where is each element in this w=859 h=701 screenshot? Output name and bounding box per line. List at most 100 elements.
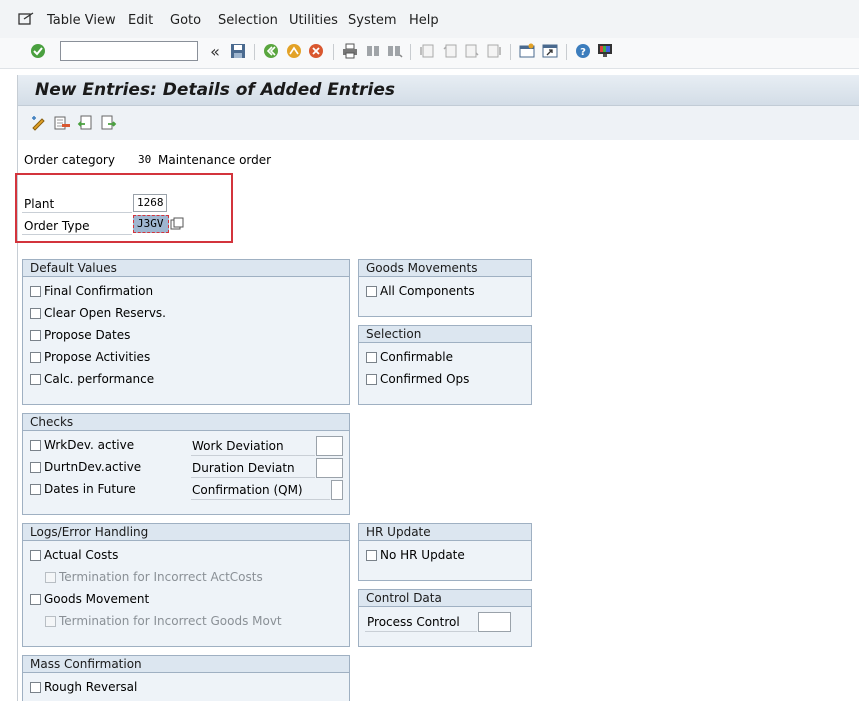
checkbox-durtndev-active[interactable]: DurtnDev.active [30,460,141,474]
exit-icon[interactable] [285,42,303,60]
checkbox-label: Termination for Incorrect Goods Movt [59,614,282,628]
previous-page-icon[interactable] [441,42,459,60]
checkbox-label: Propose Activities [44,350,151,364]
checkbox-goods-movement[interactable]: Goods Movement [30,592,149,606]
checkbox-actual-costs[interactable]: Actual Costs [30,548,118,562]
group-header: Logs/Error Handling [23,524,349,541]
toolbar-divider [254,44,255,60]
checkbox-label: All Components [380,284,475,298]
command-field[interactable] [60,41,198,61]
checkbox[interactable] [30,307,41,319]
page-title: New Entries: Details of Added Entries [35,80,396,100]
control-data-group: Control Data Process Control [358,589,532,647]
logs-error-handling-group: Logs/Error Handling Actual Costs Termina… [22,523,350,647]
goods-movements-group: Goods Movements All Components [358,259,532,317]
checkbox[interactable] [366,549,377,561]
order-category-text: Maintenance order [158,153,272,167]
order-category-code: 30 [138,153,152,166]
delete-icon[interactable] [53,114,71,132]
menu-edit[interactable]: Edit [128,13,153,28]
checkbox-dates-in-future[interactable]: Dates in Future [30,482,136,496]
menu-selection[interactable]: Selection [218,13,278,28]
checkbox[interactable] [30,329,41,341]
group-header: HR Update [359,524,531,541]
print-icon[interactable] [341,42,359,60]
field-underline [191,477,315,478]
menu-goto[interactable]: Goto [170,13,201,28]
checkbox-label: DurtnDev.active [44,460,142,474]
checkbox-label: Confirmable [380,350,453,364]
checkbox-wrkdev-active[interactable]: WrkDev. active [30,438,134,452]
checkbox[interactable] [366,373,377,385]
order-category-label: Order category [24,153,115,167]
confirmation-qm-label: Confirmation (QM) [192,483,303,497]
menu-help[interactable]: Help [409,13,439,28]
checkbox[interactable] [30,373,41,385]
find-icon[interactable] [364,42,382,60]
enter-check-icon[interactable] [29,42,47,60]
last-page-icon[interactable] [485,42,503,60]
selection-group: Selection Confirmable Confirmed Ops [358,325,532,405]
next-page-icon[interactable] [463,42,481,60]
checkbox[interactable] [30,439,41,451]
create-session-icon[interactable] [518,42,536,60]
checkbox-confirmable[interactable]: Confirmable [366,350,453,364]
menu-system[interactable]: System [348,13,396,28]
shortcut-icon[interactable] [541,42,559,60]
checkbox-clear-open-reservs[interactable]: Clear Open Reservs. [30,306,166,320]
checkbox-confirmed-ops[interactable]: Confirmed Ops [366,372,469,386]
svg-text:?: ? [580,47,586,58]
back-icon[interactable] [262,42,280,60]
menu-bar: Table View Edit Goto Selection Utilities… [0,0,859,39]
checkbox-calc-performance[interactable]: Calc. performance [30,372,154,386]
next-entry-icon[interactable] [100,114,118,132]
checkbox [45,571,56,583]
first-page-icon[interactable] [418,42,436,60]
checkbox-label: Confirmed Ops [380,372,470,386]
checkbox[interactable] [30,593,41,605]
duration-deviation-field[interactable] [316,458,343,478]
previous-entry-icon[interactable] [76,114,94,132]
find-next-icon[interactable] [386,42,404,60]
customize-layout-icon[interactable] [596,42,614,60]
checkbox-final-confirmation[interactable]: Final Confirmation [30,284,153,298]
menu-utilities[interactable]: Utilities [289,13,338,28]
checkbox[interactable] [30,285,41,297]
checkbox[interactable] [30,461,41,473]
toolbar-divider [410,44,411,60]
checkbox-label: Final Confirmation [44,284,154,298]
checkbox[interactable] [30,351,41,363]
checkbox[interactable] [366,351,377,363]
duration-deviation-label: Duration Deviatn [192,461,295,475]
system-menu-icon[interactable] [18,12,34,29]
toolbar-divider [566,44,567,60]
checkbox-propose-activities[interactable]: Propose Activities [30,350,150,364]
checkbox[interactable] [366,285,377,297]
nav-back-icon[interactable]: « [206,42,224,61]
process-control-label: Process Control [367,615,460,629]
checkbox[interactable] [30,681,41,693]
menu-table-view[interactable]: Table View [47,13,116,28]
checkbox-label: Clear Open Reservs. [44,306,166,320]
cancel-icon[interactable] [307,42,325,60]
confirmation-qm-field[interactable] [331,480,343,500]
toolbar-divider [333,44,334,60]
checkbox-all-components[interactable]: All Components [366,284,475,298]
toolbar-divider [510,44,511,60]
process-control-field[interactable] [478,612,511,632]
work-deviation-field[interactable] [316,436,343,456]
checkbox-label: WrkDev. active [44,438,135,452]
group-header: Selection [359,326,531,343]
checkbox-no-hr-update[interactable]: No HR Update [366,548,465,562]
checkbox-label: No HR Update [380,548,465,562]
checkbox-propose-dates[interactable]: Propose Dates [30,328,130,342]
title-bar: New Entries: Details of Added Entries [18,75,859,106]
save-icon[interactable] [229,42,247,60]
field-underline [191,499,330,500]
mass-confirmation-group: Mass Confirmation Rough Reversal [22,655,350,701]
help-icon[interactable]: ? [574,42,592,60]
checkbox-rough-reversal[interactable]: Rough Reversal [30,680,137,694]
checkbox[interactable] [30,549,41,561]
display-change-icon[interactable] [30,114,48,132]
checkbox[interactable] [30,483,41,495]
